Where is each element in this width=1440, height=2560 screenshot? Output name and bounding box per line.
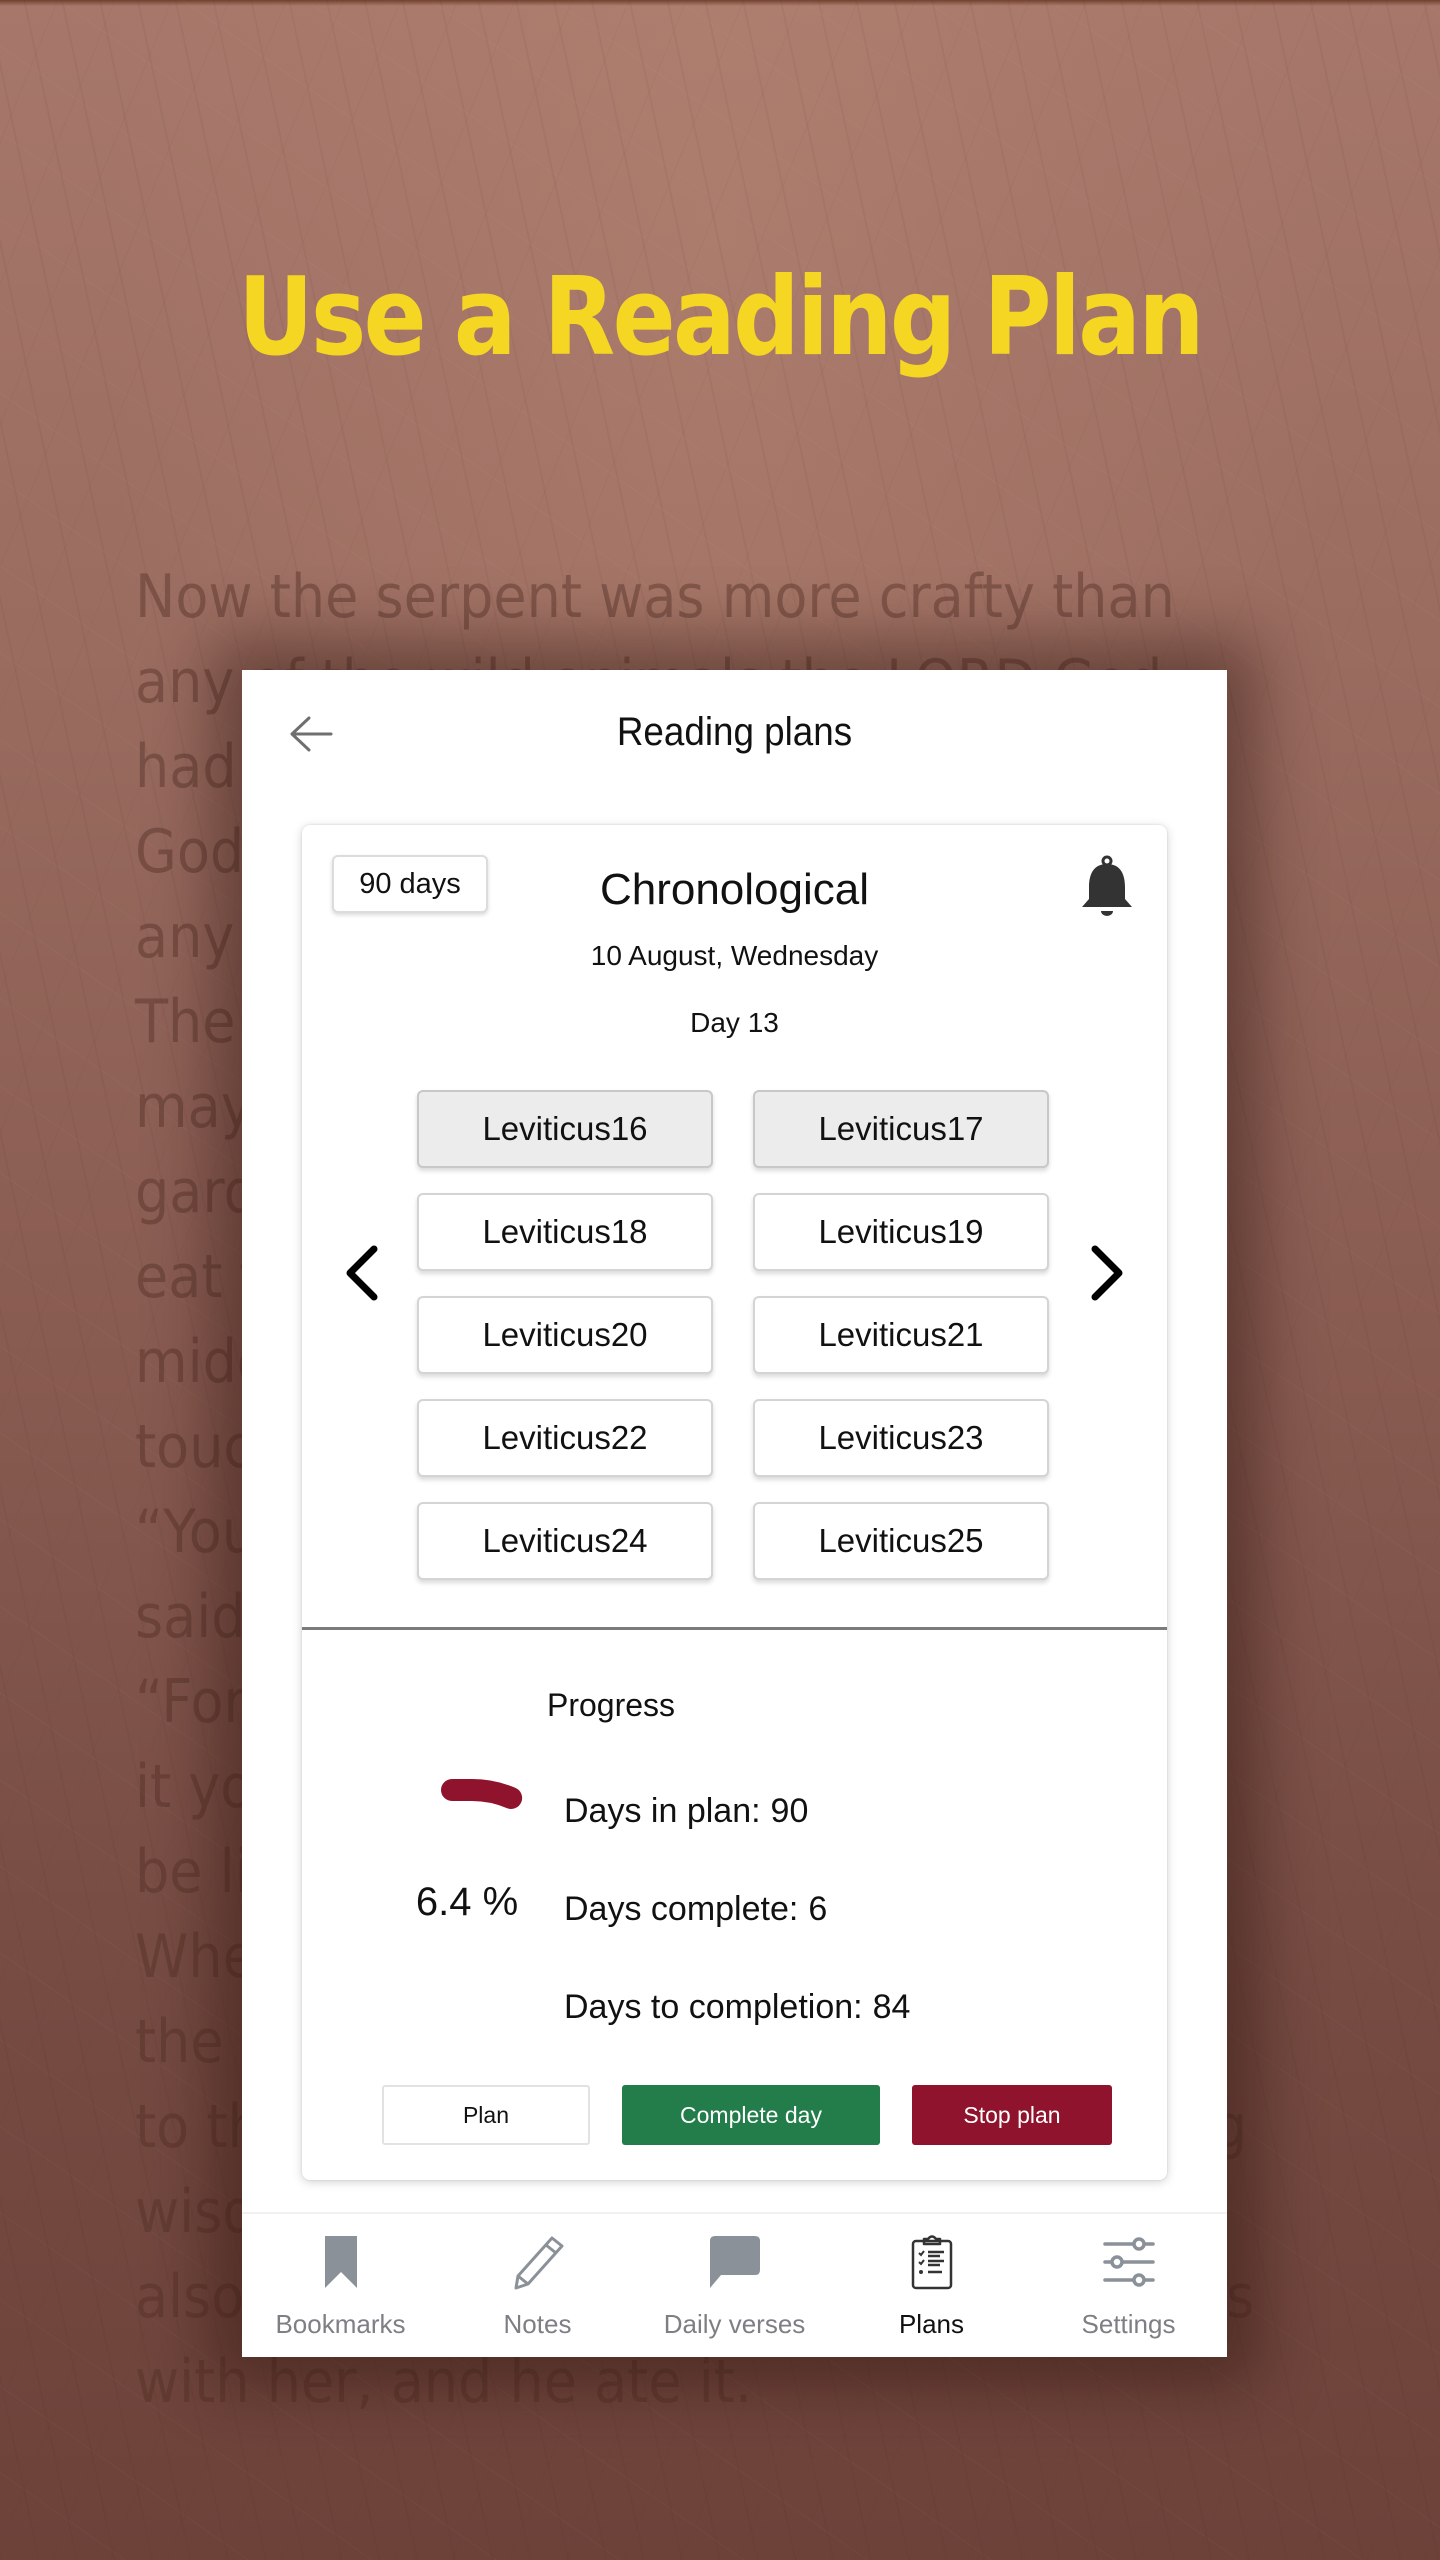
chapter-button[interactable]: Leviticus25	[753, 1502, 1049, 1580]
plan-date: 10 August, Wednesday	[590, 940, 879, 971]
stat-label: Days in plan:	[564, 1792, 761, 1830]
nav-item-bookmarks[interactable]: Bookmarks	[242, 2214, 439, 2357]
chapter-button[interactable]: Leviticus22	[417, 1399, 713, 1477]
promo-title: Use a Reading Plan	[238, 255, 1204, 380]
pencil-icon	[508, 2232, 568, 2292]
stat-label: Days to completion:	[564, 1988, 863, 2026]
bookmark-icon	[311, 2232, 371, 2292]
stat-value: 84	[872, 1988, 911, 2026]
chapter-button[interactable]: Leviticus21	[753, 1296, 1049, 1374]
nav-item-plans[interactable]: Plans	[833, 2214, 1030, 2357]
sliders-icon	[1099, 2232, 1159, 2292]
chevron-right-icon	[1087, 1243, 1127, 1308]
nav-item-notes[interactable]: Notes	[439, 2214, 636, 2357]
stat-value: 6	[808, 1890, 828, 1928]
nav-item-settings[interactable]: Settings	[1030, 2214, 1227, 2357]
plan-button[interactable]: Plan	[382, 2085, 590, 2145]
chat-bubble-icon	[705, 2232, 765, 2292]
stop-plan-button[interactable]: Stop plan	[912, 2085, 1112, 2145]
stat-days-in-plan: Days in plan: 90	[564, 1792, 808, 1831]
chapter-grid: Leviticus16 Leviticus17 Leviticus18 Levi…	[417, 1090, 1057, 1580]
stat-value: 90	[770, 1792, 809, 1830]
chapter-button[interactable]: Leviticus23	[753, 1399, 1049, 1477]
stat-days-to-completion: Days to completion: 84	[564, 1988, 910, 2027]
nav-label: Settings	[1081, 2309, 1176, 2339]
chapter-button[interactable]: Leviticus16	[417, 1090, 713, 1168]
app-screen: Reading plans 90 days Chronological 10 A…	[242, 670, 1227, 2357]
previous-day-button[interactable]	[332, 1235, 392, 1315]
scripture-line: Now the serpent was more crafty than	[135, 562, 1175, 632]
chapter-button[interactable]: Leviticus19	[753, 1193, 1049, 1271]
paper-edge	[0, 0, 1440, 6]
nav-label: Plans	[898, 2309, 965, 2339]
chapter-button[interactable]: Leviticus20	[417, 1296, 713, 1374]
chapter-button[interactable]: Leviticus17	[753, 1090, 1049, 1168]
nav-label: Daily verses	[663, 2309, 806, 2339]
progress-arc	[441, 1779, 523, 1809]
page-title: Reading plans	[616, 710, 853, 754]
progress-title: Progress	[547, 1687, 676, 1723]
chapter-button[interactable]: Leviticus24	[417, 1502, 713, 1580]
plan-name: Chronological	[599, 865, 870, 914]
progress-ring	[441, 1779, 523, 1809]
chevron-left-icon	[342, 1243, 382, 1308]
plan-card: 90 days Chronological 10 August, Wednesd…	[302, 825, 1167, 2180]
bell-icon	[1077, 855, 1137, 925]
nav-item-daily-verses[interactable]: Daily verses	[636, 2214, 833, 2357]
bottom-navigation: Bookmarks Notes Daily verses Plans Setti…	[242, 2212, 1227, 2357]
stat-label: Days complete:	[564, 1890, 799, 1928]
app-header: Reading plans	[242, 670, 1227, 800]
stat-days-complete: Days complete: 6	[564, 1890, 827, 1929]
next-day-button[interactable]	[1077, 1235, 1137, 1315]
chapter-button[interactable]: Leviticus18	[417, 1193, 713, 1271]
nav-label: Notes	[503, 2309, 572, 2339]
nav-label: Bookmarks	[275, 2309, 406, 2339]
reminder-button[interactable]	[1077, 855, 1137, 921]
progress-percent: 6.4 %	[415, 1880, 519, 1924]
clipboard-checklist-icon	[902, 2232, 962, 2292]
section-divider	[302, 1627, 1167, 1630]
plan-day: Day 13	[690, 1007, 779, 1038]
complete-day-button[interactable]: Complete day	[622, 2085, 880, 2145]
